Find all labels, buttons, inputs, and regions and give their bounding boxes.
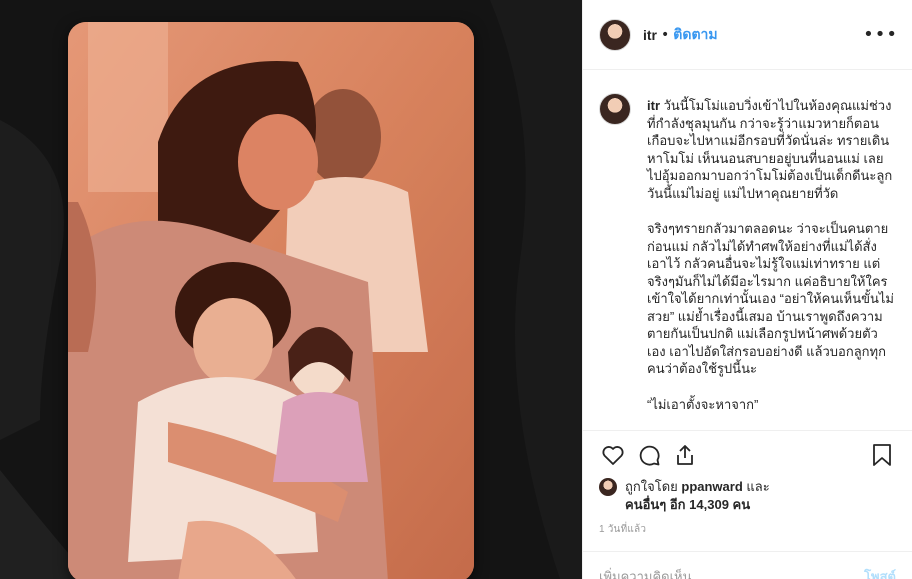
action-bar [583, 430, 912, 478]
likes-others[interactable]: คนอื่นๆ อีก 14,309 คน [625, 497, 750, 512]
caption-paragraph-2: จริงๆทรายกลัวมาตลอดนะ ว่าจะเป็นคนตายก่อน… [647, 221, 894, 376]
liker-username[interactable]: ppanward [681, 479, 742, 494]
author-username[interactable]: itr [643, 27, 657, 43]
comment-input[interactable]: เพิ่มความคิดเห็น... [599, 566, 864, 579]
post-header: itr • ติดตาม ••• [583, 0, 912, 70]
post-side-panel: itr • ติดตาม ••• itr วันนี้โมโม่แอบวิ่งเ… [582, 0, 912, 579]
caption-author-avatar[interactable] [599, 93, 631, 125]
post-timestamp[interactable]: 1 วันที่แล้ว [599, 522, 646, 537]
likes-middle: และ [742, 479, 770, 494]
vintage-photo [68, 22, 474, 579]
comment-icon[interactable] [631, 437, 667, 473]
bookmark-icon[interactable] [864, 437, 900, 473]
photo-illustration [68, 22, 474, 579]
caption-paragraph-3: “ไม่เอาตั้งจะหาจาก” [647, 396, 759, 412]
follow-button[interactable]: ติดตาม [673, 24, 717, 46]
caption-username[interactable]: itr [647, 98, 660, 113]
header-separator: • [661, 26, 670, 43]
comment-bar: เพิ่มความคิดเห็น... โพสต์ [583, 551, 912, 579]
author-avatar[interactable] [599, 18, 631, 51]
liker-avatar[interactable] [599, 478, 617, 496]
post-image-area[interactable] [0, 0, 582, 579]
share-icon[interactable] [667, 437, 703, 473]
caption-text: itr วันนี้โมโม่แอบวิ่งเข้าไปในห้องคุณแม่… [647, 97, 896, 430]
more-options-icon[interactable]: ••• [863, 24, 898, 45]
heart-icon[interactable] [595, 437, 631, 473]
caption-section: itr วันนี้โมโม่แอบวิ่งเข้าไปในห้องคุณแม่… [583, 71, 912, 430]
likes-prefix: ถูกใจโดย [625, 479, 682, 494]
likes-text: ถูกใจโดย ppanward และ คนอื่นๆ อีก 14,309… [625, 478, 770, 514]
likes-summary: ถูกใจโดย ppanward และ คนอื่นๆ อีก 14,309… [599, 478, 896, 514]
caption-paragraph-1: วันนี้โมโม่แอบวิ่งเข้าไปในห้องคุณแม่ช่วง… [647, 98, 893, 201]
post-comment-button[interactable]: โพสต์ [864, 566, 896, 579]
